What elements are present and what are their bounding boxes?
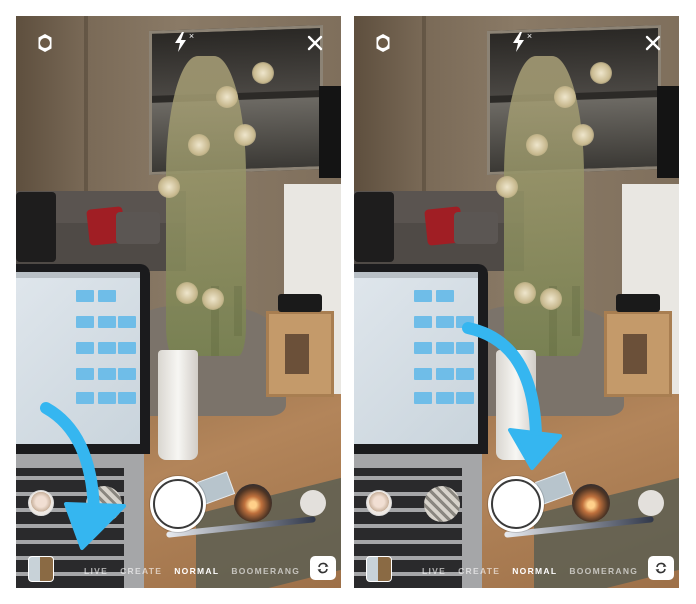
flower (572, 124, 594, 146)
flower (252, 62, 274, 84)
switch-camera-button[interactable] (648, 556, 674, 580)
flower (540, 288, 562, 310)
blanket (354, 192, 394, 262)
camera-screen-right: × LIVE CREATE NORMAL BOOMERANG LA (354, 16, 679, 588)
flower (514, 282, 536, 304)
flower (496, 176, 518, 198)
room-filter[interactable] (424, 486, 460, 522)
flower (216, 86, 238, 108)
mode-boomerang[interactable]: BOOMERANG (231, 566, 300, 576)
settings-button[interactable] (372, 32, 394, 54)
tv (657, 86, 679, 178)
wooden-stool (266, 311, 334, 397)
wooden-stool (604, 311, 672, 397)
flash-off-icon (512, 32, 524, 52)
camera-mode-selector: LIVE CREATE NORMAL BOOMERANG LA (84, 566, 326, 576)
close-icon (307, 35, 323, 51)
flower (526, 134, 548, 156)
laptop-screen (354, 272, 478, 444)
camera-switch-icon (655, 562, 667, 574)
face-filter[interactable] (28, 490, 54, 516)
camera-switch-icon (317, 562, 329, 574)
switch-camera-button[interactable] (310, 556, 336, 580)
flower (554, 86, 576, 108)
settings-button[interactable] (34, 32, 56, 54)
sunset-filter[interactable] (234, 484, 272, 522)
flower (176, 282, 198, 304)
face-filter[interactable] (366, 490, 392, 516)
laptop-screen (16, 272, 140, 444)
gallery-thumbnail[interactable] (28, 556, 54, 582)
gallery-thumbnail[interactable] (366, 556, 392, 582)
grey-pillow (116, 212, 160, 244)
mode-create[interactable]: CREATE (120, 566, 162, 576)
mode-live[interactable]: LIVE (422, 566, 446, 576)
white-vase (496, 350, 536, 460)
gear-icon (38, 34, 52, 52)
flower (202, 288, 224, 310)
white-vase (158, 350, 198, 460)
tv (319, 86, 341, 178)
flash-toggle-button[interactable]: × (171, 30, 197, 54)
gear-icon (376, 34, 390, 52)
flower (188, 134, 210, 156)
flash-off-badge: × (188, 31, 195, 41)
mode-normal[interactable]: NORMAL (174, 566, 219, 576)
blanket (16, 192, 56, 262)
phone-dock (278, 294, 322, 312)
blank-filter[interactable] (300, 490, 326, 516)
flash-off-badge: × (526, 31, 533, 41)
flower (590, 62, 612, 84)
capture-button[interactable] (150, 476, 206, 532)
mode-live[interactable]: LIVE (84, 566, 108, 576)
close-button[interactable] (642, 32, 664, 54)
sunset-filter[interactable] (572, 484, 610, 522)
camera-mode-selector: LIVE CREATE NORMAL BOOMERANG LA (422, 566, 664, 576)
mode-normal[interactable]: NORMAL (512, 566, 557, 576)
flower (158, 176, 180, 198)
capture-button[interactable] (488, 476, 544, 532)
close-icon (645, 35, 661, 51)
mode-boomerang[interactable]: BOOMERANG (569, 566, 638, 576)
flash-off-icon (174, 32, 186, 52)
phone-dock (616, 294, 660, 312)
blank-filter[interactable] (638, 490, 664, 516)
flash-toggle-button[interactable]: × (509, 30, 535, 54)
grey-pillow (454, 212, 498, 244)
camera-screen-left: × LIVE CREATE NORMAL BOOMERANG LA (16, 16, 341, 588)
close-button[interactable] (304, 32, 326, 54)
room-filter[interactable] (86, 486, 122, 522)
mode-create[interactable]: CREATE (458, 566, 500, 576)
flower (234, 124, 256, 146)
